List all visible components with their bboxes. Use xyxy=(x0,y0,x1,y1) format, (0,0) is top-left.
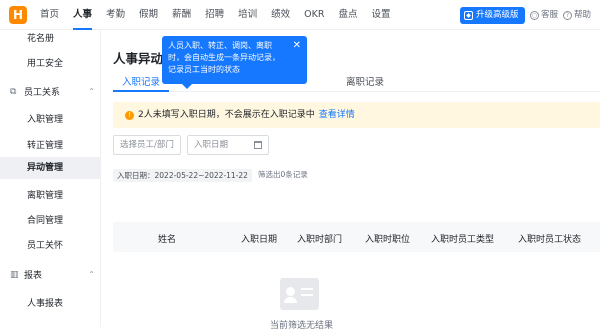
sidebar-group-label: 员工关系 xyxy=(24,88,61,98)
nav-home[interactable]: 首页 xyxy=(40,0,59,30)
sidebar-item-employment-safety[interactable]: 用工安全 xyxy=(27,56,63,69)
warning-icon: ! xyxy=(125,110,134,120)
empty-state-text: 当前筛选无结果 xyxy=(270,321,334,331)
main-nav: 首页 人事 考勤 假期 薪酬 招聘 培训 绩效 OKR 盘点 设置 xyxy=(40,0,404,30)
date-picker-placeholder: 入职日期 xyxy=(194,140,229,150)
tab-onboarding-records[interactable]: 入职记录 xyxy=(122,74,160,88)
tooltip-text: 人员入职、转正、调岗、离职时，会自动生成一条异动记录，记录员工当时的状态 xyxy=(168,41,280,74)
table-header: 姓名 入职日期 入职时部门 入职时职位 入职时员工类型 入职时员工状态 xyxy=(113,222,600,252)
column-header: 入职时职位 xyxy=(365,235,411,245)
tooltip-arrow xyxy=(182,84,192,89)
service-button[interactable]: ○ 客服 xyxy=(530,0,558,30)
service-label: 客服 xyxy=(541,10,559,20)
crown-icon: ◆ xyxy=(464,11,473,20)
sidebar-item-offboarding[interactable]: 离职管理 xyxy=(27,188,63,201)
notice-text: 2人未填写入职日期，不会展示在入职记录中 xyxy=(138,110,315,120)
help-button[interactable]: ? 帮助 xyxy=(563,0,591,30)
filter-criteria: 入职日期：2022-05-22~2022-11-22 筛选出0条记录 xyxy=(113,169,308,182)
nav-settings[interactable]: 设置 xyxy=(371,0,390,30)
calendar-icon xyxy=(254,141,262,149)
help-icon: ? xyxy=(563,10,572,20)
app-logo[interactable]: H xyxy=(9,6,27,24)
column-header: 入职时员工类型 xyxy=(431,235,495,245)
upgrade-button[interactable]: ◆ 升级高级版 xyxy=(460,7,525,24)
sidebar-group-label: 报表 xyxy=(24,271,43,281)
nav-personnel[interactable]: 人事 xyxy=(73,0,93,30)
sidebar-item-employee-care[interactable]: 员工关怀 xyxy=(27,238,63,251)
empty-state-illustration xyxy=(280,278,319,310)
sidebar-group-reports[interactable]: ▥ 报表 ⌃ xyxy=(10,268,95,282)
nav-salary[interactable]: 薪酬 xyxy=(172,0,191,30)
onboarding-date-picker[interactable]: 入职日期 xyxy=(187,135,269,155)
sidebar-group-employee-relations[interactable]: ⧉ 员工关系 ⌃ xyxy=(10,85,95,99)
nav-attendance[interactable]: 考勤 xyxy=(106,0,125,30)
nav-training[interactable]: 培训 xyxy=(238,0,257,30)
column-header: 入职时员工状态 xyxy=(518,235,582,245)
headset-icon: ○ xyxy=(530,10,539,20)
nav-recruit[interactable]: 招聘 xyxy=(205,0,224,30)
column-header: 入职日期 xyxy=(241,235,278,245)
employee-relations-icon: ⧉ xyxy=(10,86,17,97)
sidebar-item-contracts[interactable]: 合同管理 xyxy=(27,213,63,226)
sidebar-item-transfers[interactable]: 异动管理 xyxy=(0,157,100,179)
sidebar-item-personnel-reports[interactable]: 人事报表 xyxy=(27,296,63,309)
sidebar-item-roster[interactable]: 花名册 xyxy=(27,31,54,44)
tab-offboarding-records[interactable]: 离职记录 xyxy=(346,74,384,88)
nav-performance[interactable]: 绩效 xyxy=(271,0,290,30)
employee-select-placeholder: 选择员工/部门 xyxy=(120,140,174,150)
warning-notice: ! 2人未填写入职日期，不会展示在入职记录中 查看详情 xyxy=(113,102,600,128)
help-label: 帮助 xyxy=(574,10,592,20)
column-header: 姓名 xyxy=(158,235,177,245)
upgrade-label: 升级高级版 xyxy=(476,10,519,20)
employee-department-select[interactable]: 选择员工/部门 xyxy=(113,135,181,155)
close-icon[interactable]: ✕ xyxy=(293,40,301,52)
sidebar: 花名册 用工安全 ⧉ 员工关系 ⌃ 入职管理 转正管理 异动管理 离职管理 合同… xyxy=(0,30,101,327)
result-count: 筛选出0条记录 xyxy=(257,170,308,179)
chevron-up-icon: ⌃ xyxy=(88,270,95,279)
bar-chart-icon: ▥ xyxy=(10,269,19,280)
chevron-up-icon: ⌃ xyxy=(88,87,95,96)
active-tab-indicator xyxy=(113,90,169,92)
sidebar-item-regularization[interactable]: 转正管理 xyxy=(27,138,63,151)
nav-leave[interactable]: 假期 xyxy=(139,0,158,30)
top-navigation-bar: H 首页 人事 考勤 假期 薪酬 招聘 培训 绩效 OKR 盘点 设置 ◆ 升级… xyxy=(0,0,600,30)
nav-okr[interactable]: OKR xyxy=(304,0,324,30)
transfer-records-tooltip: 人员入职、转正、调岗、离职时，会自动生成一条异动记录，记录员工当时的状态 ✕ xyxy=(162,36,307,89)
date-range-tag: 入职日期：2022-05-22~2022-11-22 xyxy=(113,169,252,182)
sidebar-item-onboarding[interactable]: 入职管理 xyxy=(27,112,63,125)
view-details-link[interactable]: 查看详情 xyxy=(319,102,355,128)
column-header: 入职时部门 xyxy=(297,235,343,245)
nav-inventory[interactable]: 盘点 xyxy=(338,0,357,30)
